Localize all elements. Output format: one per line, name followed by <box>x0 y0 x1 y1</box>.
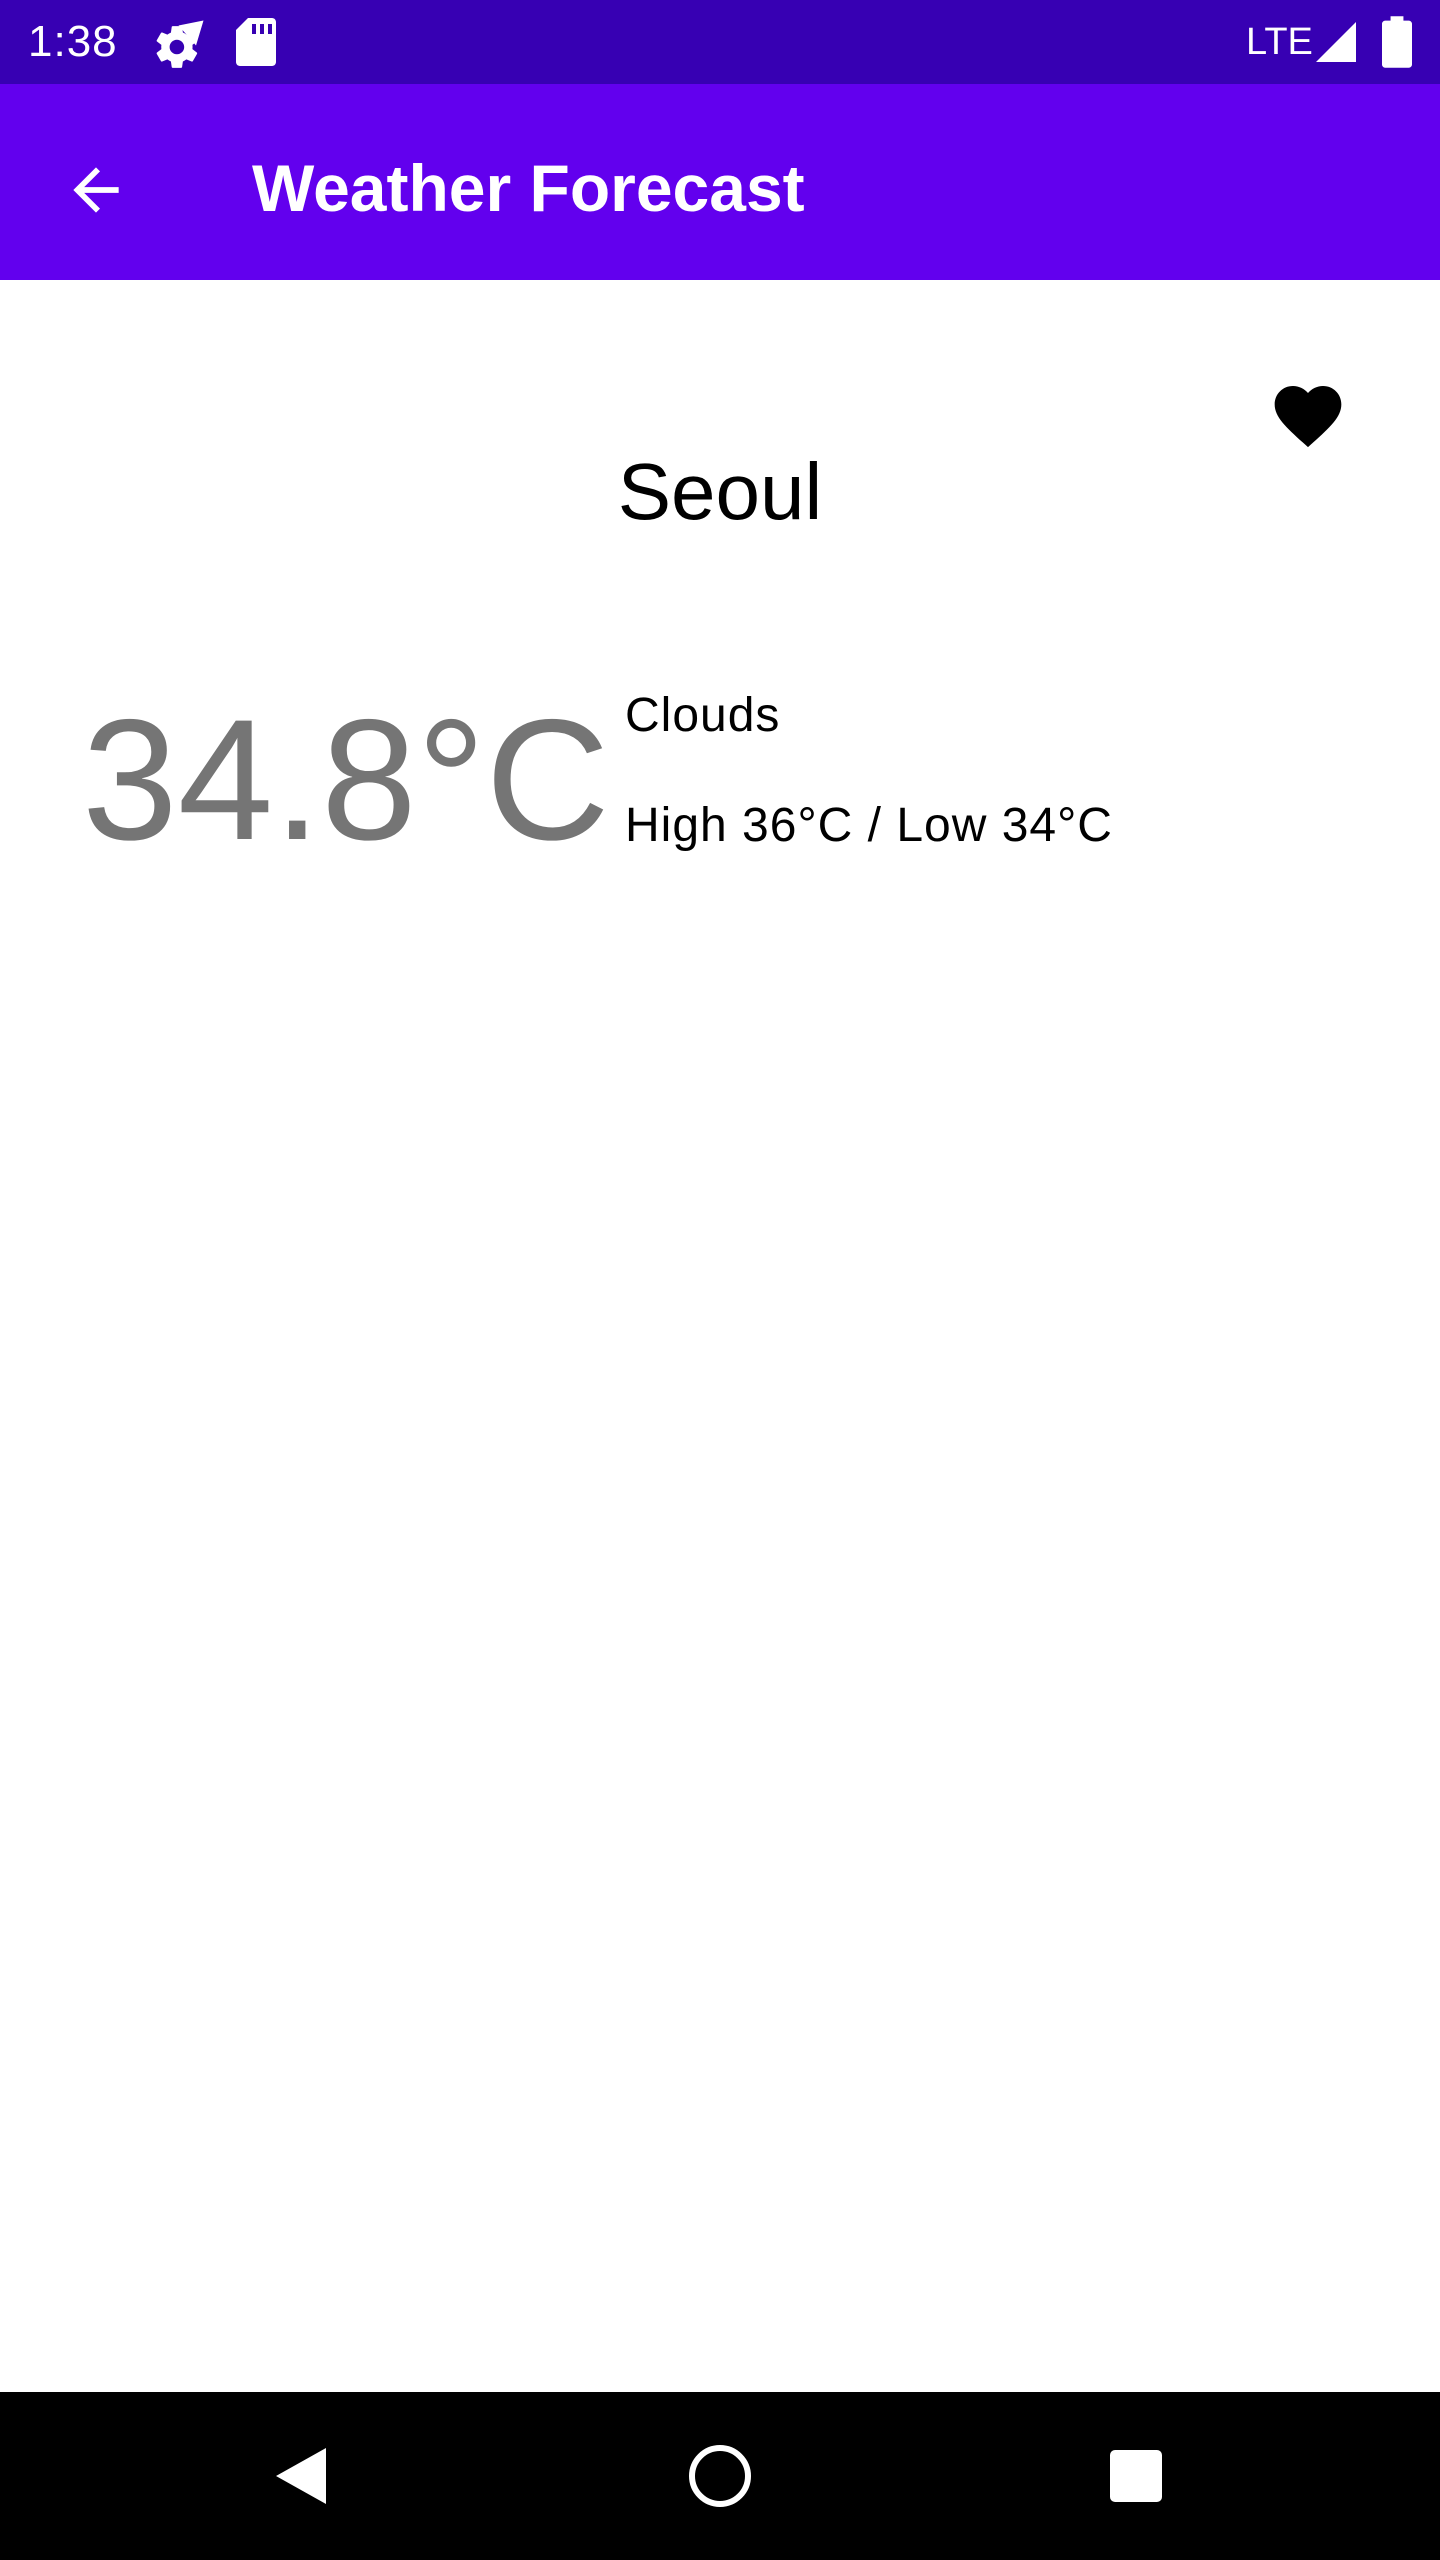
nav-recents-button[interactable] <box>1074 2416 1194 2536</box>
arrow-back-icon <box>73 167 119 213</box>
back-triangle-icon <box>276 2448 326 2504</box>
back-button[interactable] <box>40 134 152 246</box>
high-low-temperature: High 36°C / Low 34°C <box>625 799 1113 852</box>
nav-home-button[interactable] <box>660 2416 780 2536</box>
nav-back-button[interactable] <box>240 2416 360 2536</box>
system-nav-bar <box>0 2392 1440 2560</box>
network-type: LTE <box>1246 21 1313 63</box>
battery-icon <box>1382 16 1412 68</box>
current-temperature: 34.8°C <box>82 684 610 876</box>
home-circle-icon <box>689 2445 751 2507</box>
status-time: 1:38 <box>28 17 118 66</box>
signal-icon <box>1316 22 1356 62</box>
city-name: Seoul <box>617 447 823 536</box>
page-title: Weather Forecast <box>252 151 805 225</box>
recents-square-icon <box>1110 2450 1162 2502</box>
app-bar: Weather Forecast <box>0 84 1440 280</box>
sd-card-icon <box>236 18 276 66</box>
status-bar: 1:38 LTE <box>0 0 1440 84</box>
wifi-arc-icon <box>178 20 204 46</box>
weather-condition: Clouds <box>625 689 781 742</box>
